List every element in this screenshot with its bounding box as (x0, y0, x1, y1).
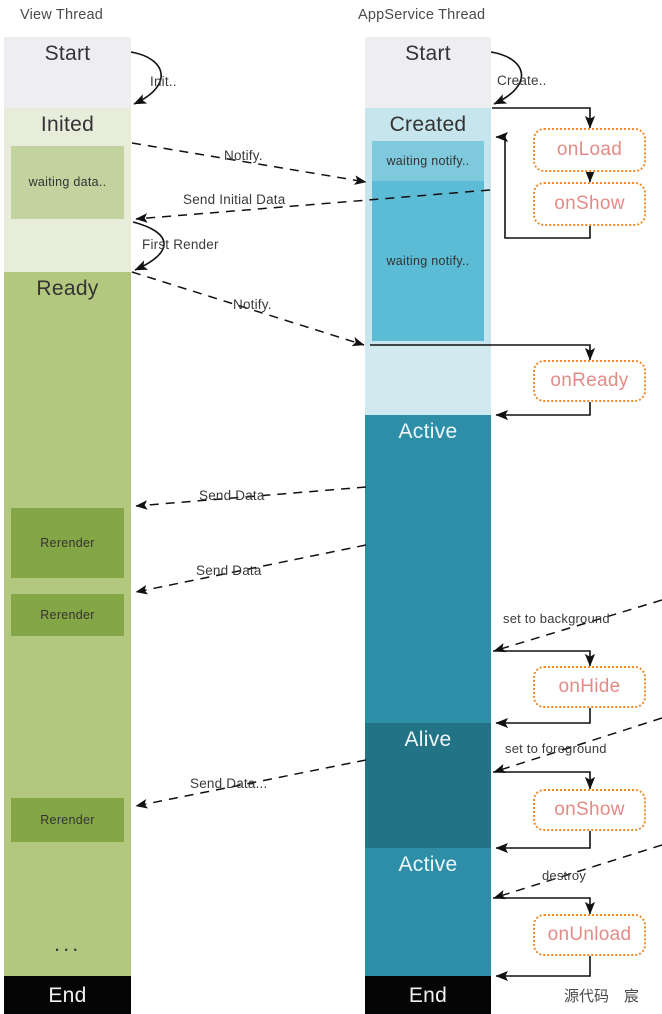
edge-label-send-data-2: Send Data (196, 563, 262, 578)
connector-to-onhide (493, 650, 596, 667)
view-block-rerender-1: Rerender (11, 508, 124, 578)
watermark: 源代码 宸 (564, 987, 640, 1005)
service-block-waiting-notify-2: waiting notify.. (372, 181, 484, 341)
hook-onshow-2-label: onShow (554, 799, 625, 820)
service-block-created-label: Created (389, 113, 467, 136)
view-block-waiting-data: waiting data.. (11, 146, 124, 219)
view-block-end: End (4, 976, 131, 1014)
edge-label-set-to-background: set to background (503, 611, 610, 626)
edge-label-send-data-1: Send Data (199, 488, 265, 503)
connector-onshow2-to-active (495, 831, 591, 854)
hook-onshow-1[interactable]: onShow (533, 182, 646, 226)
connector-to-onunload (493, 897, 596, 915)
view-block-rerender-3: Rerender (11, 798, 124, 842)
edge-label-create: Create.. (497, 73, 547, 88)
column-header-appservice-thread: AppService Thread (358, 7, 486, 23)
hook-onshow-1-label: onShow (554, 193, 625, 214)
service-block-active-1: Active (365, 415, 491, 723)
service-block-active-1-label: Active (398, 420, 458, 443)
edge-label-set-to-foreground: set to foreground (505, 741, 607, 756)
connector-to-onshow-2 (493, 771, 596, 790)
edge-label-first-render: First Render (142, 237, 219, 252)
edge-label-send-data-3: Send Data... (190, 776, 268, 791)
service-block-alive: Alive (365, 723, 491, 848)
service-block-end: End (365, 976, 491, 1014)
column-header-view-thread: View Thread (20, 7, 104, 23)
view-block-rerender-3-label: Rerender (40, 812, 95, 827)
service-block-active-2: Active (365, 848, 491, 976)
service-block-onready-band (365, 345, 491, 415)
connector-onready-to-active (495, 402, 591, 421)
view-block-rerender-1-label: Rerender (40, 535, 95, 550)
service-block-waiting-notify-1: waiting notify.. (372, 141, 484, 181)
hook-onload-label: onLoad (556, 139, 623, 160)
edge-label-init: Init.. (150, 74, 177, 89)
edge-label-notify-1: Notify. (224, 148, 263, 163)
connector-onunload-to-end (495, 956, 591, 982)
connector-created-to-onload (492, 107, 596, 129)
view-block-start: Start (4, 37, 131, 108)
lifecycle-diagram: View Thread AppService Thread Start Init… (0, 0, 662, 1014)
hook-onhide[interactable]: onHide (533, 666, 646, 708)
hook-onunload[interactable]: onUnload (533, 914, 646, 956)
view-block-end-label: End (48, 983, 87, 1007)
hook-onload[interactable]: onLoad (533, 128, 646, 172)
edge-label-send-initial-data: Send Initial Data (183, 192, 286, 207)
service-block-waiting-notify-1-label: waiting notify.. (386, 153, 470, 168)
view-ellipsis: ... (54, 931, 82, 956)
hook-onready-label: onReady (550, 370, 629, 391)
service-block-active-2-label: Active (398, 853, 458, 876)
edge-label-notify-2: Notify. (233, 297, 272, 312)
view-block-start-label: Start (44, 42, 91, 65)
hook-onunload-label: onUnload (547, 924, 632, 945)
service-block-alive-label: Alive (404, 728, 452, 751)
view-block-rerender-2: Rerender (11, 594, 124, 636)
view-block-inited-label: Inited (40, 113, 95, 136)
view-block-rerender-2-label: Rerender (40, 607, 95, 622)
service-block-start: Start (365, 37, 491, 108)
view-block-ready-label: Ready (36, 277, 99, 300)
service-block-start-label: Start (405, 42, 451, 65)
service-block-end-label: End (408, 983, 448, 1007)
service-block-waiting-notify-2-label: waiting notify.. (386, 253, 470, 268)
view-block-waiting-data-label: waiting data.. (28, 175, 107, 190)
edge-label-destroy: destroy (542, 868, 587, 883)
hook-onhide-label: onHide (558, 676, 621, 697)
hook-onready[interactable]: onReady (533, 360, 646, 402)
hook-onshow-2[interactable]: onShow (533, 789, 646, 831)
connector-onhide-to-alive (495, 708, 591, 729)
